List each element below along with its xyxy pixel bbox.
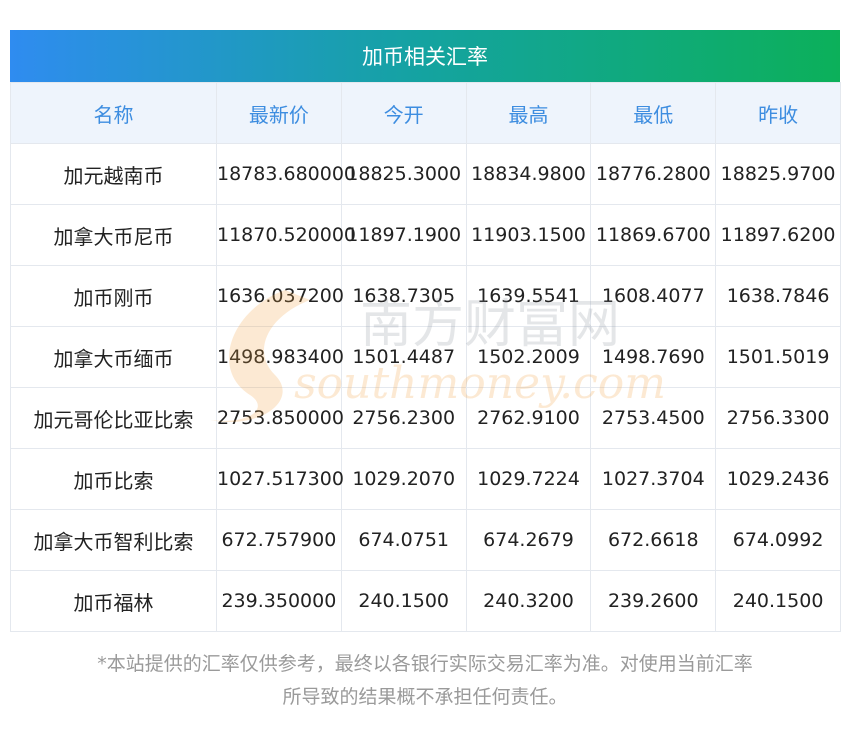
cell-low: 239.2600 xyxy=(590,570,717,632)
panel-title: 加币相关汇率 xyxy=(10,30,840,82)
cell-prev-close: 1638.7846 xyxy=(715,265,841,327)
currency-pair-link[interactable]: 加币福林 xyxy=(10,570,217,632)
cell-high: 11903.1500 xyxy=(465,204,592,266)
table-row: 加拿大币智利比索 672.757900 674.0751 674.2679 67… xyxy=(10,509,841,571)
column-header-name: 名称 xyxy=(10,82,217,144)
cell-high: 1502.2009 xyxy=(465,326,592,388)
table-row: 加币刚币 1636.037200 1638.7305 1639.5541 160… xyxy=(10,265,841,327)
rates-table: 名称 最新价 今开 最高 最低 昨收 加元越南币 18783.680000 18… xyxy=(10,82,841,632)
currency-pair-link[interactable]: 加拿大币尼币 xyxy=(10,204,217,266)
cell-low: 1608.4077 xyxy=(590,265,717,327)
cell-prev-close: 1029.2436 xyxy=(715,448,841,510)
disclaimer: *本站提供的汇率仅供参考，最终以各银行实际交易汇率为准。对使用当前汇率 所导致的… xyxy=(10,648,840,714)
cell-open: 2756.2300 xyxy=(340,387,467,449)
cell-latest: 1498.983400 xyxy=(216,326,344,388)
cell-prev-close: 11897.6200 xyxy=(715,204,841,266)
cell-high: 240.3200 xyxy=(465,570,592,632)
cell-open: 674.0751 xyxy=(340,509,467,571)
currency-pair-link[interactable]: 加元哥伦比亚比索 xyxy=(10,387,217,449)
rates-panel: 加币相关汇率 名称 最新价 今开 最高 最低 昨收 加元越南币 18783.68… xyxy=(10,30,841,632)
cell-latest: 239.350000 xyxy=(216,570,342,632)
cell-prev-close: 2756.3300 xyxy=(715,387,841,449)
cell-open: 1029.2070 xyxy=(340,448,467,510)
cell-open: 1501.4487 xyxy=(340,326,467,388)
cell-prev-close: 1501.5019 xyxy=(715,326,841,388)
currency-pair-link[interactable]: 加拿大币智利比索 xyxy=(10,509,217,571)
cell-latest: 1636.037200 xyxy=(216,265,344,327)
disclaimer-line-1: *本站提供的汇率仅供参考，最终以各银行实际交易汇率为准。对使用当前汇率 xyxy=(97,653,753,675)
disclaimer-line-2: 所导致的结果概不承担任何责任。 xyxy=(282,686,568,708)
cell-open: 11897.1900 xyxy=(340,204,467,266)
cell-high: 2762.9100 xyxy=(465,387,592,449)
cell-prev-close: 18825.9700 xyxy=(715,143,841,205)
cell-open: 18825.3000 xyxy=(340,143,467,205)
table-row: 加元哥伦比亚比索 2753.850000 2756.2300 2762.9100… xyxy=(10,387,841,449)
column-header-prev-close: 昨收 xyxy=(715,82,841,144)
table-row: 加币比索 1027.517300 1029.2070 1029.7224 102… xyxy=(10,448,841,510)
cell-open: 240.1500 xyxy=(340,570,467,632)
table-row: 加拿大币尼币 11870.520000 11897.1900 11903.150… xyxy=(10,204,841,266)
cell-high: 1029.7224 xyxy=(465,448,592,510)
currency-pair-link[interactable]: 加币刚币 xyxy=(10,265,217,327)
column-header-low: 最低 xyxy=(590,82,717,144)
cell-prev-close: 674.0992 xyxy=(715,509,841,571)
cell-high: 18834.9800 xyxy=(465,143,592,205)
cell-low: 672.6618 xyxy=(590,509,717,571)
currency-pair-link[interactable]: 加元越南币 xyxy=(10,143,217,205)
cell-low: 1027.3704 xyxy=(590,448,717,510)
cell-low: 11869.6700 xyxy=(590,204,717,266)
cell-latest: 672.757900 xyxy=(216,509,342,571)
cell-low: 2753.4500 xyxy=(590,387,717,449)
column-header-high: 最高 xyxy=(465,82,592,144)
cell-high: 1639.5541 xyxy=(465,265,592,327)
table-header-row: 名称 最新价 今开 最高 最低 昨收 xyxy=(10,82,841,144)
currency-pair-link[interactable]: 加拿大币缅币 xyxy=(10,326,217,388)
table-row: 加拿大币缅币 1498.983400 1501.4487 1502.2009 1… xyxy=(10,326,841,388)
table-row: 加币福林 239.350000 240.1500 240.3200 239.26… xyxy=(10,570,841,632)
currency-pair-link[interactable]: 加币比索 xyxy=(10,448,217,510)
column-header-latest: 最新价 xyxy=(216,82,342,144)
cell-latest: 18783.680000 xyxy=(216,143,356,205)
cell-low: 18776.2800 xyxy=(590,143,717,205)
table-row: 加元越南币 18783.680000 18825.3000 18834.9800… xyxy=(10,143,841,205)
cell-open: 1638.7305 xyxy=(340,265,467,327)
cell-high: 674.2679 xyxy=(465,509,592,571)
cell-latest: 1027.517300 xyxy=(216,448,344,510)
cell-low: 1498.7690 xyxy=(590,326,717,388)
column-header-open: 今开 xyxy=(340,82,467,144)
cell-latest: 2753.850000 xyxy=(216,387,344,449)
cell-latest: 11870.520000 xyxy=(216,204,356,266)
cell-prev-close: 240.1500 xyxy=(715,570,841,632)
